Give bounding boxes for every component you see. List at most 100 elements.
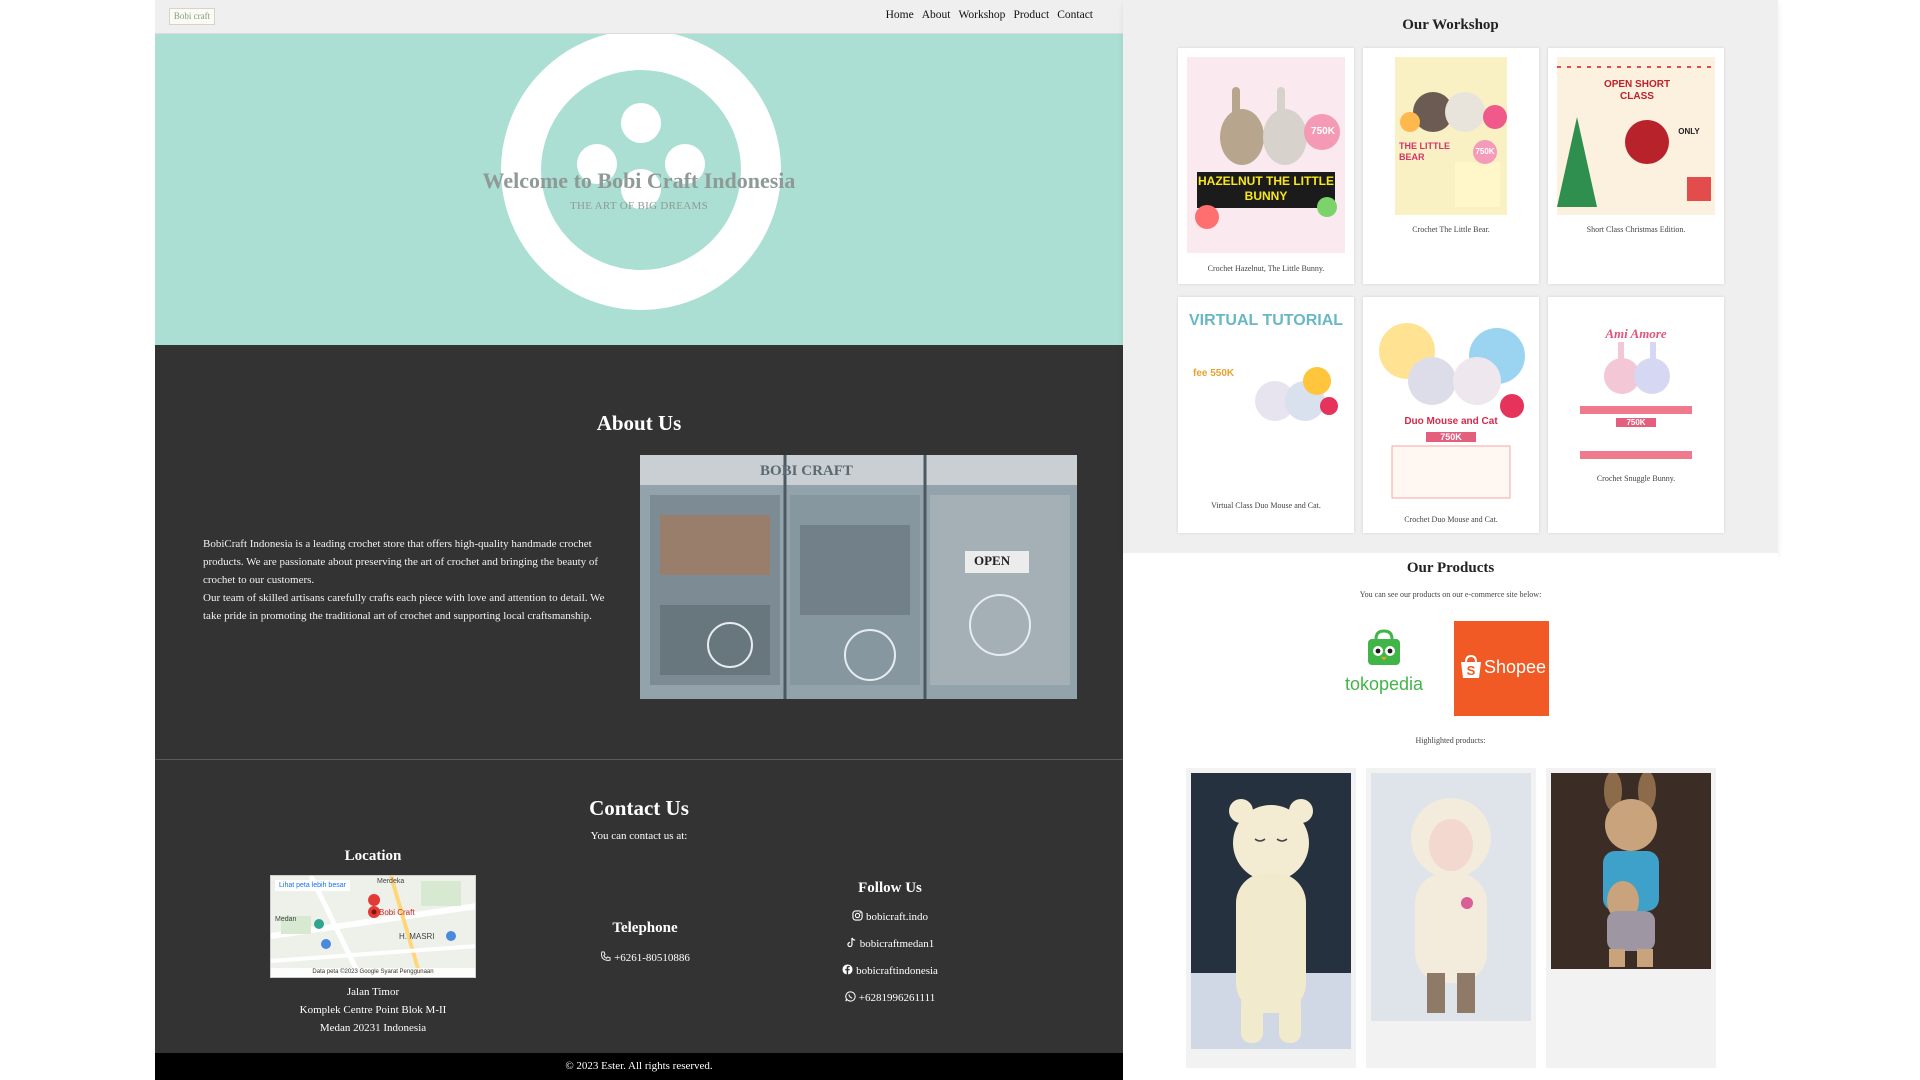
about-paragraph: BobiCraft Indonesia is a leading crochet… [203, 538, 599, 586]
map-label: H. MASRI [399, 932, 435, 941]
follow-column: Follow Us bobicraft.indo bobicraftmedan1… [810, 880, 970, 1005]
facebook-handle: bobicraftindonesia [856, 965, 938, 977]
product-image-sheep [1371, 773, 1531, 1021]
tiktok-link[interactable]: bobicraftmedan1 [810, 937, 970, 951]
telephone-number: +6261-80510886 [614, 952, 690, 964]
whatsapp-number: +6281996261111 [858, 992, 936, 1004]
open-sign: OPEN [974, 553, 1011, 568]
workshop-poster: Ami Amore 750K [1580, 306, 1692, 464]
products-subtitle: You can see our products on our e-commer… [1359, 590, 1542, 599]
poster-title: Ami Amore [1605, 326, 1667, 341]
workshop-caption: Virtual Class Duo Mouse and Cat. [1211, 501, 1321, 510]
location-column: Location Lihat peta lebih besar Bobi Cra… [263, 848, 483, 1037]
poster-title: Duo Mouse and Cat [1404, 416, 1498, 427]
telephone-link[interactable]: +6261-80510886 [575, 951, 715, 965]
map-attribution: Data peta ©2023 Google Syarat Penggunaan [271, 968, 475, 977]
product-image-kangaroo [1551, 773, 1711, 969]
product-card[interactable] [1366, 768, 1536, 1068]
shopee-bag-icon: S [1460, 654, 1482, 684]
facebook-link[interactable]: bobicraftindonesia [810, 964, 970, 978]
instagram-link[interactable]: bobicraft.indo [810, 910, 970, 924]
poster-price: 750K [1616, 418, 1656, 427]
tokopedia-link[interactable]: tokopedia [1338, 621, 1430, 713]
contact-heading: Contact Us [589, 796, 689, 820]
workshop-heading: Our Workshop [1402, 17, 1499, 33]
location-map[interactable]: Lihat peta lebih besar Bobi Craft Merdek… [270, 875, 476, 978]
map-label: Medan [275, 916, 297, 923]
phone-icon [600, 951, 611, 965]
workshop-poster: THE LITTLE BEAR 750K [1395, 57, 1507, 215]
address-line: Jalan Timor [346, 986, 400, 998]
workshop-card[interactable]: VIRTUAL TUTORIAL fee 550K Virtual Class … [1178, 297, 1354, 533]
hero-section: Welcome to Bobi Craft Indonesia THE ART … [155, 34, 1123, 345]
shopee-label: Shopee [1484, 657, 1547, 677]
workshop-caption: Crochet Hazelnut, The Little Bunny. [1207, 264, 1325, 273]
map-pin-label: Bobi Craft [379, 908, 415, 917]
site-logo[interactable]: Bobi craft [169, 8, 215, 25]
poster-price: 750K [1426, 432, 1476, 442]
location-title: Location [344, 848, 402, 864]
about-section: About Us BobiCraft Indonesia is a leadin… [155, 345, 1123, 759]
button-hole [621, 103, 661, 143]
workshop-poster: VIRTUAL TUTORIAL fee 550K [1187, 306, 1345, 492]
product-card[interactable] [1546, 768, 1716, 1068]
main-page: Bobi craft Home About Workshop Product C… [155, 0, 1123, 1080]
tokopedia-label: tokopedia [1344, 674, 1424, 694]
workshop-card[interactable]: OPEN SHORT CLASS ONLY Short Class Christ… [1548, 48, 1724, 284]
workshop-poster: HAZELNUT THE LITTLE BUNNY 750K [1187, 57, 1345, 253]
store-photo: BOBI CRAFT OPEN [640, 455, 1077, 699]
nav-link-contact[interactable]: Contact [1057, 9, 1093, 21]
nav-link-workshop[interactable]: Workshop [958, 9, 1005, 21]
workshop-section: Our Workshop HAZELNUT THE LITTLE BUNNY 7… [1123, 0, 1778, 553]
store-sign: BOBI CRAFT [760, 463, 853, 479]
footer: © 2023 Ester. All rights reserved. [155, 1053, 1123, 1080]
workshop-caption: Short Class Christmas Edition. [1586, 225, 1686, 234]
address-line: Komplek Centre Point Blok M-II [299, 1004, 447, 1016]
facebook-icon [842, 964, 853, 978]
poster-title: THE LITTLE BEAR [1399, 141, 1450, 162]
workshop-card[interactable]: HAZELNUT THE LITTLE BUNNY 750K Crochet H… [1178, 48, 1354, 284]
follow-title: Follow Us [858, 880, 922, 896]
workshop-card[interactable]: THE LITTLE BEAR 750K Crochet The Little … [1363, 48, 1539, 284]
poster-price: ONLY [1678, 127, 1700, 136]
poster-title: HAZELNUT THE LITTLE BUNNY [1198, 174, 1334, 203]
address: Jalan Timor Komplek Centre Point Blok M-… [263, 983, 483, 1037]
poster-title: OPEN SHORT CLASS [1603, 79, 1671, 102]
workshop-poster: Duo Mouse and Cat 750K [1372, 306, 1530, 506]
telephone-column: Telephone +6261-80510886 [575, 920, 715, 965]
map-label: Merdeka [377, 878, 405, 885]
workshop-card[interactable]: Duo Mouse and Cat 750K Crochet Duo Mouse… [1363, 297, 1539, 533]
product-card[interactable] [1186, 768, 1356, 1068]
workshop-products-page: Our Workshop HAZELNUT THE LITTLE BUNNY 7… [1123, 0, 1783, 1080]
svg-text:S: S [1467, 663, 1476, 678]
highlighted-label: Highlighted products: [1415, 736, 1486, 745]
about-heading: About Us [596, 411, 682, 435]
nav-link-product[interactable]: Product [1013, 9, 1049, 21]
tiktok-icon [846, 937, 857, 951]
workshop-caption: Crochet Duo Mouse and Cat. [1404, 515, 1498, 524]
nav-link-about[interactable]: About [922, 9, 951, 21]
poster-price: 750K [1475, 147, 1495, 156]
workshop-caption: Crochet The Little Bear. [1412, 225, 1490, 234]
whatsapp-link[interactable]: +6281996261111 [810, 991, 970, 1005]
copyright-text: © 2023 Ester. All rights reserved. [565, 1060, 713, 1072]
map-larger-link[interactable]: Lihat peta lebih besar [275, 880, 350, 891]
telephone-title: Telephone [612, 920, 678, 936]
poster-title: VIRTUAL TUTORIAL [1188, 312, 1344, 329]
products-section: Our Products You can see our products on… [1123, 553, 1778, 1080]
hero-title: Welcome to Bobi Craft Indonesia [482, 168, 796, 193]
tokopedia-icon [1364, 629, 1404, 671]
whatsapp-icon [845, 991, 856, 1005]
workshop-poster: OPEN SHORT CLASS ONLY [1557, 57, 1715, 215]
about-text: BobiCraft Indonesia is a leading crochet… [203, 535, 613, 625]
nav-menu: Home About Workshop Product Contact [886, 9, 1093, 21]
instagram-handle: bobicraft.indo [865, 911, 928, 923]
product-image-white-bear [1191, 773, 1351, 1049]
instagram-icon [852, 910, 863, 924]
navbar: Bobi craft Home About Workshop Product C… [155, 0, 1123, 34]
products-heading: Our Products [1406, 560, 1495, 576]
nav-link-home[interactable]: Home [886, 9, 914, 21]
workshop-card[interactable]: Ami Amore 750K Crochet Snuggle Bunny. [1548, 297, 1724, 533]
shopee-link[interactable]: S Shopee [1454, 621, 1549, 716]
contact-subtitle: You can contact us at: [590, 830, 688, 842]
